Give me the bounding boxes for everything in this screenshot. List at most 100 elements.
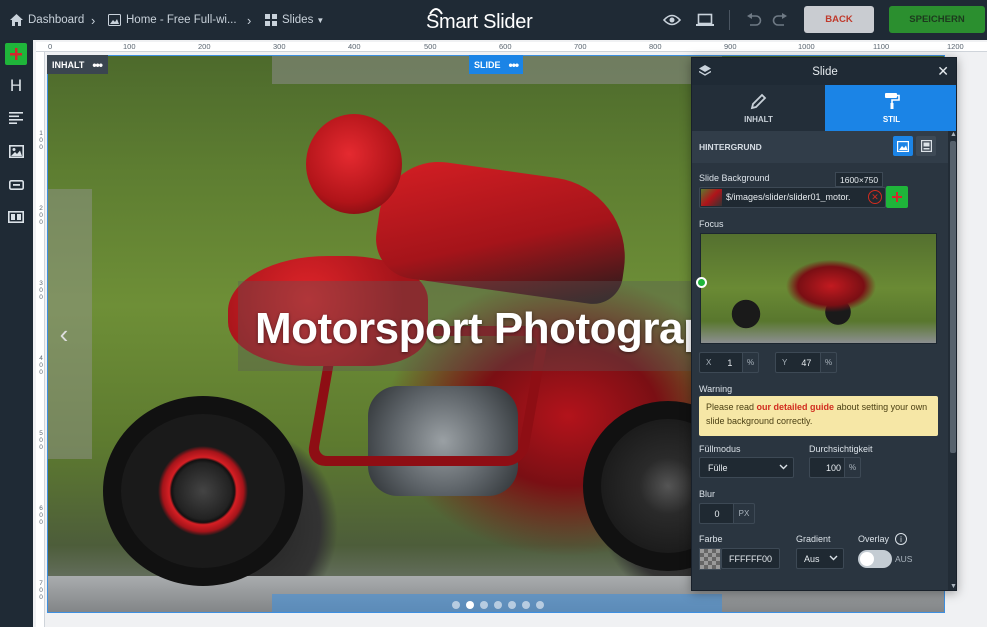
blur-input[interactable]: 0	[699, 503, 735, 524]
warning-label: Warning	[699, 384, 733, 394]
ruler-tick: 1000	[798, 42, 815, 51]
back-button[interactable]: BACK	[804, 6, 874, 33]
ruler-tick: 5 0 0	[39, 430, 43, 451]
ruler-tick: 100	[123, 42, 136, 51]
ruler-tick: 800	[649, 42, 662, 51]
fill-mode-select[interactable]: Fülle	[699, 457, 794, 478]
inhalt-tag-label: INHALT	[52, 59, 85, 70]
ruler-tick: 200	[198, 42, 211, 51]
layer-toolbar: H	[0, 40, 33, 627]
scroll-down-icon[interactable]: ▼	[950, 583, 956, 590]
slide-tag-label: SLIDE	[474, 59, 501, 70]
background-helmet	[306, 114, 402, 214]
breadcrumb-slides[interactable]: Slides ▼	[265, 0, 324, 40]
image-background-icon[interactable]	[893, 136, 913, 156]
percent-unit: %	[742, 352, 759, 373]
tab-stil[interactable]: STIL	[825, 85, 956, 131]
color-input[interactable]: FFFFFF00	[721, 548, 780, 569]
breadcrumb-label: Home - Free Full-wi...	[126, 14, 237, 26]
ruler-tick: 7 0 0	[39, 580, 43, 601]
save-button[interactable]: SPEICHERN	[889, 6, 985, 33]
percent-unit: %	[820, 352, 837, 373]
scroll-thumb[interactable]	[950, 141, 956, 453]
color-label: Farbe	[699, 534, 723, 544]
button-layer-icon[interactable]	[5, 174, 27, 196]
home-icon	[10, 14, 23, 26]
breadcrumb-dashboard[interactable]: Dashboard	[10, 0, 84, 40]
overlay-label: Overlay	[858, 534, 890, 544]
redo-icon[interactable]	[770, 10, 790, 30]
row-layer-icon[interactable]	[5, 206, 27, 228]
preview-eye-icon[interactable]	[662, 10, 682, 30]
tab-label: STIL	[882, 115, 901, 124]
opacity-label: Durchsichtigkeit	[809, 444, 873, 454]
layers-icon[interactable]	[698, 65, 712, 80]
add-layer-plus-icon[interactable]	[5, 43, 27, 65]
bullet-dot[interactable]	[508, 601, 516, 609]
more-dots-icon[interactable]: •••	[509, 58, 520, 72]
focus-point-handle[interactable]	[696, 277, 707, 288]
image-path-value: $/images/slider/slider01_motor.	[726, 192, 851, 202]
color-background-icon[interactable]	[916, 136, 936, 156]
bullet-dot[interactable]	[536, 601, 544, 609]
breadcrumb-label: Dashboard	[28, 14, 85, 26]
fill-mode-value: Fülle	[708, 462, 728, 473]
smart-slider-logo: Smart Slider	[426, 8, 533, 33]
bullet-dot-active[interactable]	[466, 601, 474, 609]
bullet-navigation[interactable]	[452, 601, 544, 609]
focus-x-label: X	[706, 358, 712, 367]
undo-icon[interactable]	[744, 10, 764, 30]
chevron-right-icon: ›	[247, 13, 252, 28]
ruler-tick: 1100	[873, 42, 890, 51]
ruler-tick: 4 0 0	[39, 355, 43, 376]
laptop-icon[interactable]	[695, 10, 715, 30]
overlay-toggle[interactable]	[858, 550, 892, 568]
bullet-dot[interactable]	[494, 601, 502, 609]
tab-inhalt[interactable]: INHALT	[692, 85, 825, 131]
grid-icon	[265, 14, 277, 26]
toggle-knob	[860, 552, 874, 566]
ruler-tick: 2 0 0	[39, 205, 43, 226]
inhalt-tag[interactable]: INHALT •••	[47, 55, 108, 74]
color-swatch[interactable]	[699, 548, 721, 570]
slide-tag[interactable]: SLIDE •••	[469, 55, 524, 74]
add-image-plus-icon[interactable]	[886, 186, 908, 208]
image-size-badge: 1600×750	[835, 172, 884, 187]
panel-header[interactable]: Slide ✕	[692, 58, 956, 85]
bullet-dot[interactable]	[452, 601, 460, 609]
slide-background-label: Slide Background	[699, 173, 770, 183]
gradient-select[interactable]: Aus	[796, 548, 844, 569]
heading-icon[interactable]: H	[5, 75, 27, 97]
breadcrumb-slider[interactable]: Home - Free Full-wi...	[108, 0, 237, 40]
overlay-state: AUS	[895, 554, 913, 564]
top-bar: Dashboard › Home - Free Full-wi... › Sli…	[0, 0, 987, 40]
ruler-tick: 0	[48, 42, 53, 51]
tab-label: INHALT	[744, 115, 773, 124]
more-dots-icon[interactable]: •••	[92, 58, 103, 72]
image-layer-icon[interactable]	[5, 140, 27, 162]
fill-mode-label: Füllmodus	[699, 444, 741, 454]
px-unit: PX	[733, 503, 755, 524]
bullet-dot[interactable]	[480, 601, 488, 609]
divider	[729, 10, 730, 30]
chevron-down-icon	[779, 464, 788, 470]
clear-image-icon[interactable]: ✕	[868, 190, 882, 204]
caret-down-icon: ▼	[316, 15, 325, 25]
warning-notice: Please read our detailed guide about set…	[699, 396, 938, 436]
slide-settings-panel: Slide ✕ INHALT STIL HINTERGRUND ▲ ▼ Slid…	[691, 57, 957, 591]
info-icon[interactable]: i	[895, 533, 907, 545]
pen-icon	[750, 93, 766, 110]
focus-y-label: Y	[782, 358, 788, 367]
opacity-input[interactable]: 100	[809, 457, 849, 478]
ruler-tick: 1200	[947, 42, 964, 51]
guide-link[interactable]: our detailed guide	[757, 402, 835, 412]
bullet-dot[interactable]	[522, 601, 530, 609]
ruler-tick: 600	[499, 42, 512, 51]
scroll-up-icon[interactable]: ▲	[950, 131, 956, 138]
focus-preview-image[interactable]	[700, 233, 937, 344]
text-icon[interactable]	[5, 107, 27, 129]
ruler-tick: 3 0 0	[39, 280, 43, 301]
ruler-tick: 500	[424, 42, 437, 51]
close-icon[interactable]: ✕	[937, 63, 949, 80]
background-image-field[interactable]: $/images/slider/slider01_motor. ✕	[699, 187, 886, 208]
